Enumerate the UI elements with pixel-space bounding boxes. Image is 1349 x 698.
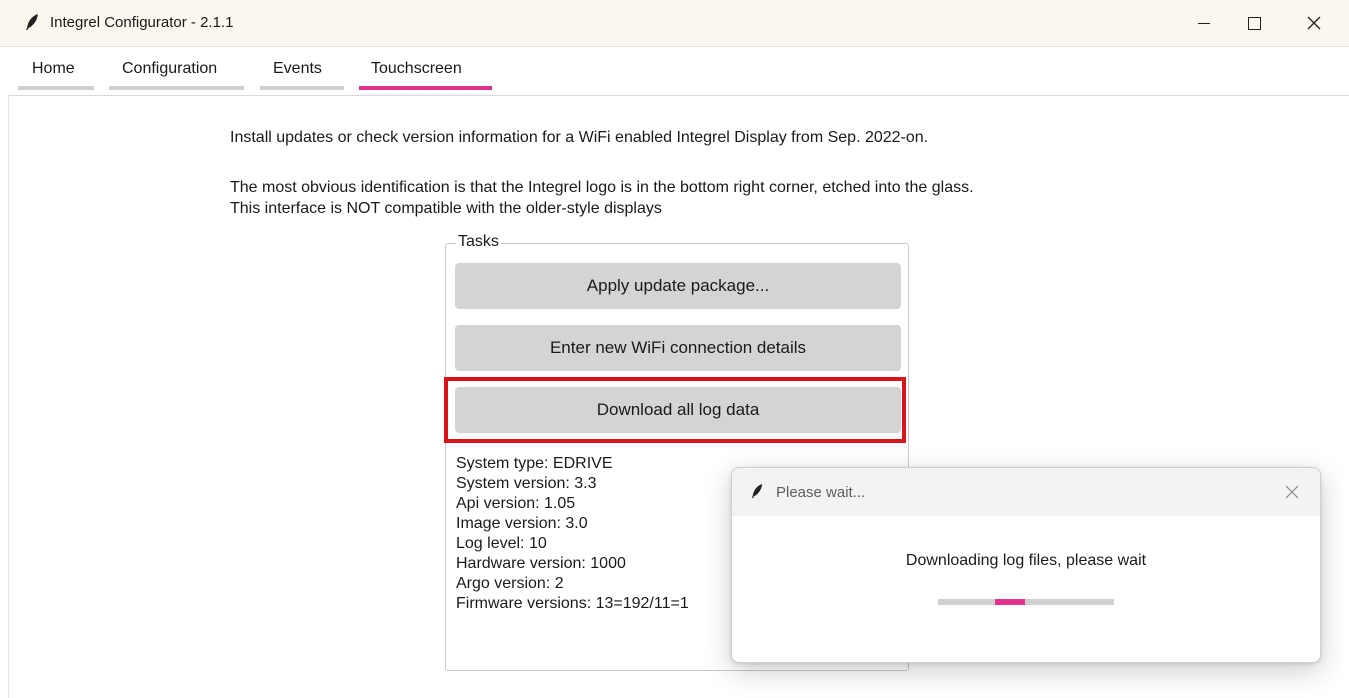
intro-line-1: Install updates or check version informa…	[230, 129, 929, 146]
dialog-title-bar: Please wait...	[732, 468, 1320, 516]
tab-events-underline	[260, 86, 344, 90]
progress-bar	[938, 599, 1114, 605]
tasks-legend: Tasks	[456, 233, 501, 251]
intro-line-2: The most obvious identification is that …	[230, 179, 974, 196]
feather-icon	[26, 14, 38, 30]
minimize-button[interactable]	[1181, 0, 1227, 46]
feather-icon	[751, 484, 763, 498]
progress-indicator	[995, 599, 1025, 605]
title-bar: Integrel Configurator - 2.1.1	[0, 0, 1349, 47]
tab-touchscreen[interactable]: Touchscreen	[371, 60, 462, 78]
please-wait-dialog: Please wait... Downloading log files, pl…	[731, 467, 1321, 663]
info-system-version: System version: 3.3	[456, 475, 597, 492]
tab-home[interactable]: Home	[32, 60, 75, 78]
tab-home-underline	[18, 86, 94, 90]
tab-configuration-underline	[109, 86, 244, 90]
dialog-close-button[interactable]	[1278, 478, 1306, 506]
highlight-box	[444, 377, 906, 443]
tab-touchscreen-underline	[359, 86, 492, 90]
close-icon	[1307, 16, 1321, 30]
tab-configuration[interactable]: Configuration	[122, 60, 217, 78]
window-title: Integrel Configurator - 2.1.1	[50, 14, 234, 31]
dialog-title: Please wait...	[776, 484, 866, 501]
info-api-version: Api version: 1.05	[456, 495, 576, 512]
maximize-icon	[1247, 16, 1261, 30]
maximize-button[interactable]	[1231, 0, 1277, 46]
minimize-icon	[1198, 22, 1210, 24]
info-image-version: Image version: 3.0	[456, 515, 588, 532]
info-log-level: Log level: 10	[456, 535, 547, 552]
tab-bar: Home Configuration Events Touchscreen	[0, 46, 1349, 96]
info-argo-version: Argo version: 2	[456, 575, 564, 592]
tab-divider	[8, 95, 1349, 96]
dialog-message: Downloading log files, please wait	[905, 552, 1147, 569]
info-system-type: System type: EDRIVE	[456, 455, 613, 472]
close-icon	[1285, 485, 1299, 499]
content-border	[8, 96, 9, 698]
intro-line-3: This interface is NOT compatible with th…	[230, 200, 662, 217]
close-button[interactable]	[1291, 0, 1337, 46]
enter-wifi-details-button[interactable]: Enter new WiFi connection details	[455, 325, 901, 371]
info-firmware-versions: Firmware versions: 13=192/11=1	[456, 595, 689, 612]
apply-update-package-button[interactable]: Apply update package...	[455, 263, 901, 309]
tab-events[interactable]: Events	[273, 60, 322, 78]
info-hardware-version: Hardware version: 1000	[456, 555, 626, 572]
